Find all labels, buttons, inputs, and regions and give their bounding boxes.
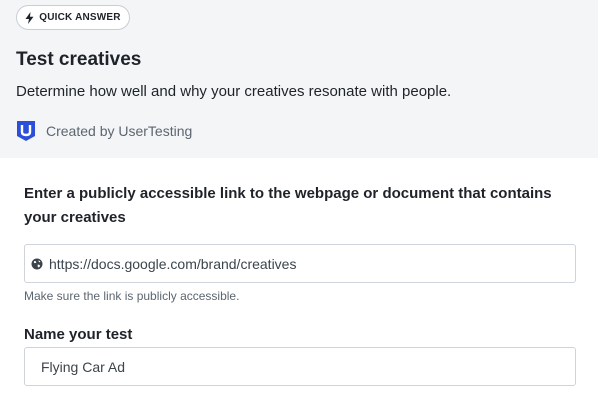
globe-icon	[31, 258, 43, 270]
template-header: QUICK ANSWER Test creatives Determine ho…	[0, 0, 598, 158]
link-input-field[interactable]	[24, 244, 576, 283]
lightning-bolt-icon	[25, 11, 34, 24]
link-helper-text: Make sure the link is publicly accessibl…	[24, 289, 240, 303]
badge-label: QUICK ANSWER	[39, 12, 121, 23]
quick-answer-badge: QUICK ANSWER	[16, 5, 130, 30]
creator-info: Created by UserTesting	[16, 120, 192, 142]
test-name-field[interactable]	[24, 347, 576, 386]
link-input[interactable]	[49, 255, 575, 272]
link-question-label: Enter a publicly accessible link to the …	[24, 185, 552, 226]
test-setup-form: Enter a publicly accessible link to the …	[0, 158, 598, 405]
page-title: Test creatives	[16, 49, 142, 70]
test-name-input[interactable]	[41, 358, 575, 375]
page-subtitle: Determine how well and why your creative…	[16, 83, 452, 100]
test-name-label: Name your test	[24, 326, 133, 343]
creator-label: Created by UserTesting	[46, 123, 193, 139]
usertesting-logo-icon	[16, 120, 36, 142]
